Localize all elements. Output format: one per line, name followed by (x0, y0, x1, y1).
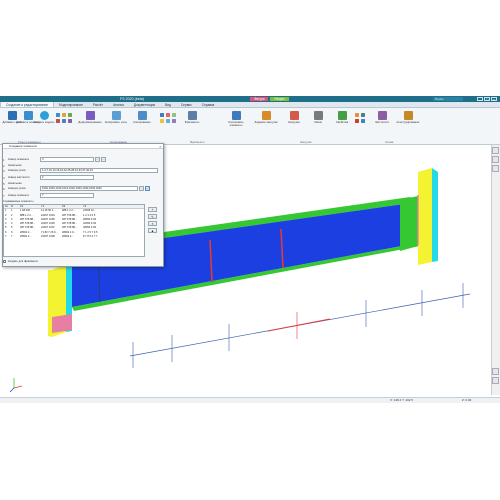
dialog-field-row: 6 Номера узлов 1002,1003,1012,1013,1022,… (3, 186, 159, 191)
fragment-checkbox-row[interactable]: Создать для фрагмента (3, 260, 38, 264)
table-row[interactable]: 7 7 28002 2... 22307 1008 28002 2... 8 7… (4, 235, 144, 239)
table-cell: 22307 1008 (41, 235, 55, 239)
column-header[interactable]: N (11, 205, 20, 208)
table-cell: 28002 2... (20, 235, 32, 239)
left-base-bracket (52, 314, 72, 333)
dialog-field-row: 3 Номера узлов 1,4,7,10,13,16,19,22,25,2… (3, 168, 159, 173)
node-numbers-input[interactable]: 1,4,7,10,13,16,19,22,25,28,31,34,37,40,4… (40, 168, 158, 173)
left-column-flange (48, 270, 52, 337)
column-header[interactable]: Х2 (62, 205, 83, 208)
right-column-front (418, 168, 432, 265)
view-tool-button[interactable] (492, 377, 499, 384)
column-header[interactable]: Х1 (20, 205, 41, 208)
dialog-title: Создание элемента (3, 144, 163, 149)
column-header[interactable]: Y2 (83, 205, 104, 208)
table-cell: 7 (5, 235, 7, 239)
column-header[interactable]: Y1 (41, 205, 62, 208)
move-up-button[interactable]: ▲ (148, 228, 157, 233)
field-label: Номера узлов (8, 169, 26, 172)
table-cell: 8 7 8 5 4 7 7 (83, 235, 98, 239)
field-pick-button[interactable]: … (101, 157, 106, 162)
view-tool-button[interactable] (492, 165, 499, 172)
edit-row-button[interactable]: ✎ (148, 214, 157, 219)
field-pick-button[interactable]: … (139, 186, 144, 191)
status-coordinates: X: 148.4 Y: 402.5 (390, 398, 413, 402)
field-label: Номер жёсткости (8, 176, 30, 179)
elements-table[interactable]: № N Х1 Y1 Х2 Y2 1 1 1 68 400 ... 14 15 5… (3, 204, 145, 257)
dialog-field-row: 1 Номер элемента 4 … … (3, 157, 159, 162)
lower-page-area (0, 403, 500, 500)
view-tool-button[interactable] (492, 147, 499, 154)
field-pick-button[interactable]: … (145, 186, 150, 191)
field-label: Номер элемента (8, 158, 29, 161)
right-connection-plate (400, 196, 418, 251)
add-row-button[interactable]: + (148, 207, 157, 212)
delete-row-button[interactable]: × (148, 221, 157, 226)
field-label: Номера узлов (8, 187, 26, 190)
node-list-input[interactable]: 1002,1003,1012,1013,1022,1023,1032,1033,… (40, 186, 138, 191)
axis-x-icon (13, 385, 23, 389)
view-tool-button[interactable] (492, 156, 499, 163)
axis-z-icon (9, 387, 15, 393)
section-label: Создаваемые элементы (3, 200, 34, 203)
table-cell: 7 (11, 235, 13, 239)
analytical-axis-highlight (267, 318, 331, 332)
element-id-input[interactable]: 7 (40, 193, 94, 198)
table-cell: 28002 2... (62, 235, 74, 239)
stiffness-number-input[interactable]: 2 (40, 175, 94, 180)
element-number-input[interactable]: 4 (40, 157, 94, 162)
fragment-checkbox[interactable] (3, 260, 7, 264)
field-label: Начальное (8, 164, 22, 167)
column-header[interactable]: № (4, 205, 11, 208)
view-toolbar (491, 145, 500, 395)
close-icon[interactable]: × (159, 144, 161, 149)
dialog-field-row: 7 Номер элемента 7 (3, 193, 159, 198)
right-column-side (432, 168, 438, 262)
fragment-checkbox-label: Создать для фрагмента (7, 260, 38, 264)
dialog-field-row: 4 Номер жёсткости 2 (3, 175, 159, 180)
field-label: Начальная (8, 182, 22, 185)
field-label: Номер элемента (8, 194, 29, 197)
status-z: Z: 0.00 (462, 398, 472, 402)
view-tool-button[interactable] (492, 368, 499, 375)
field-pick-button[interactable]: … (95, 157, 100, 162)
